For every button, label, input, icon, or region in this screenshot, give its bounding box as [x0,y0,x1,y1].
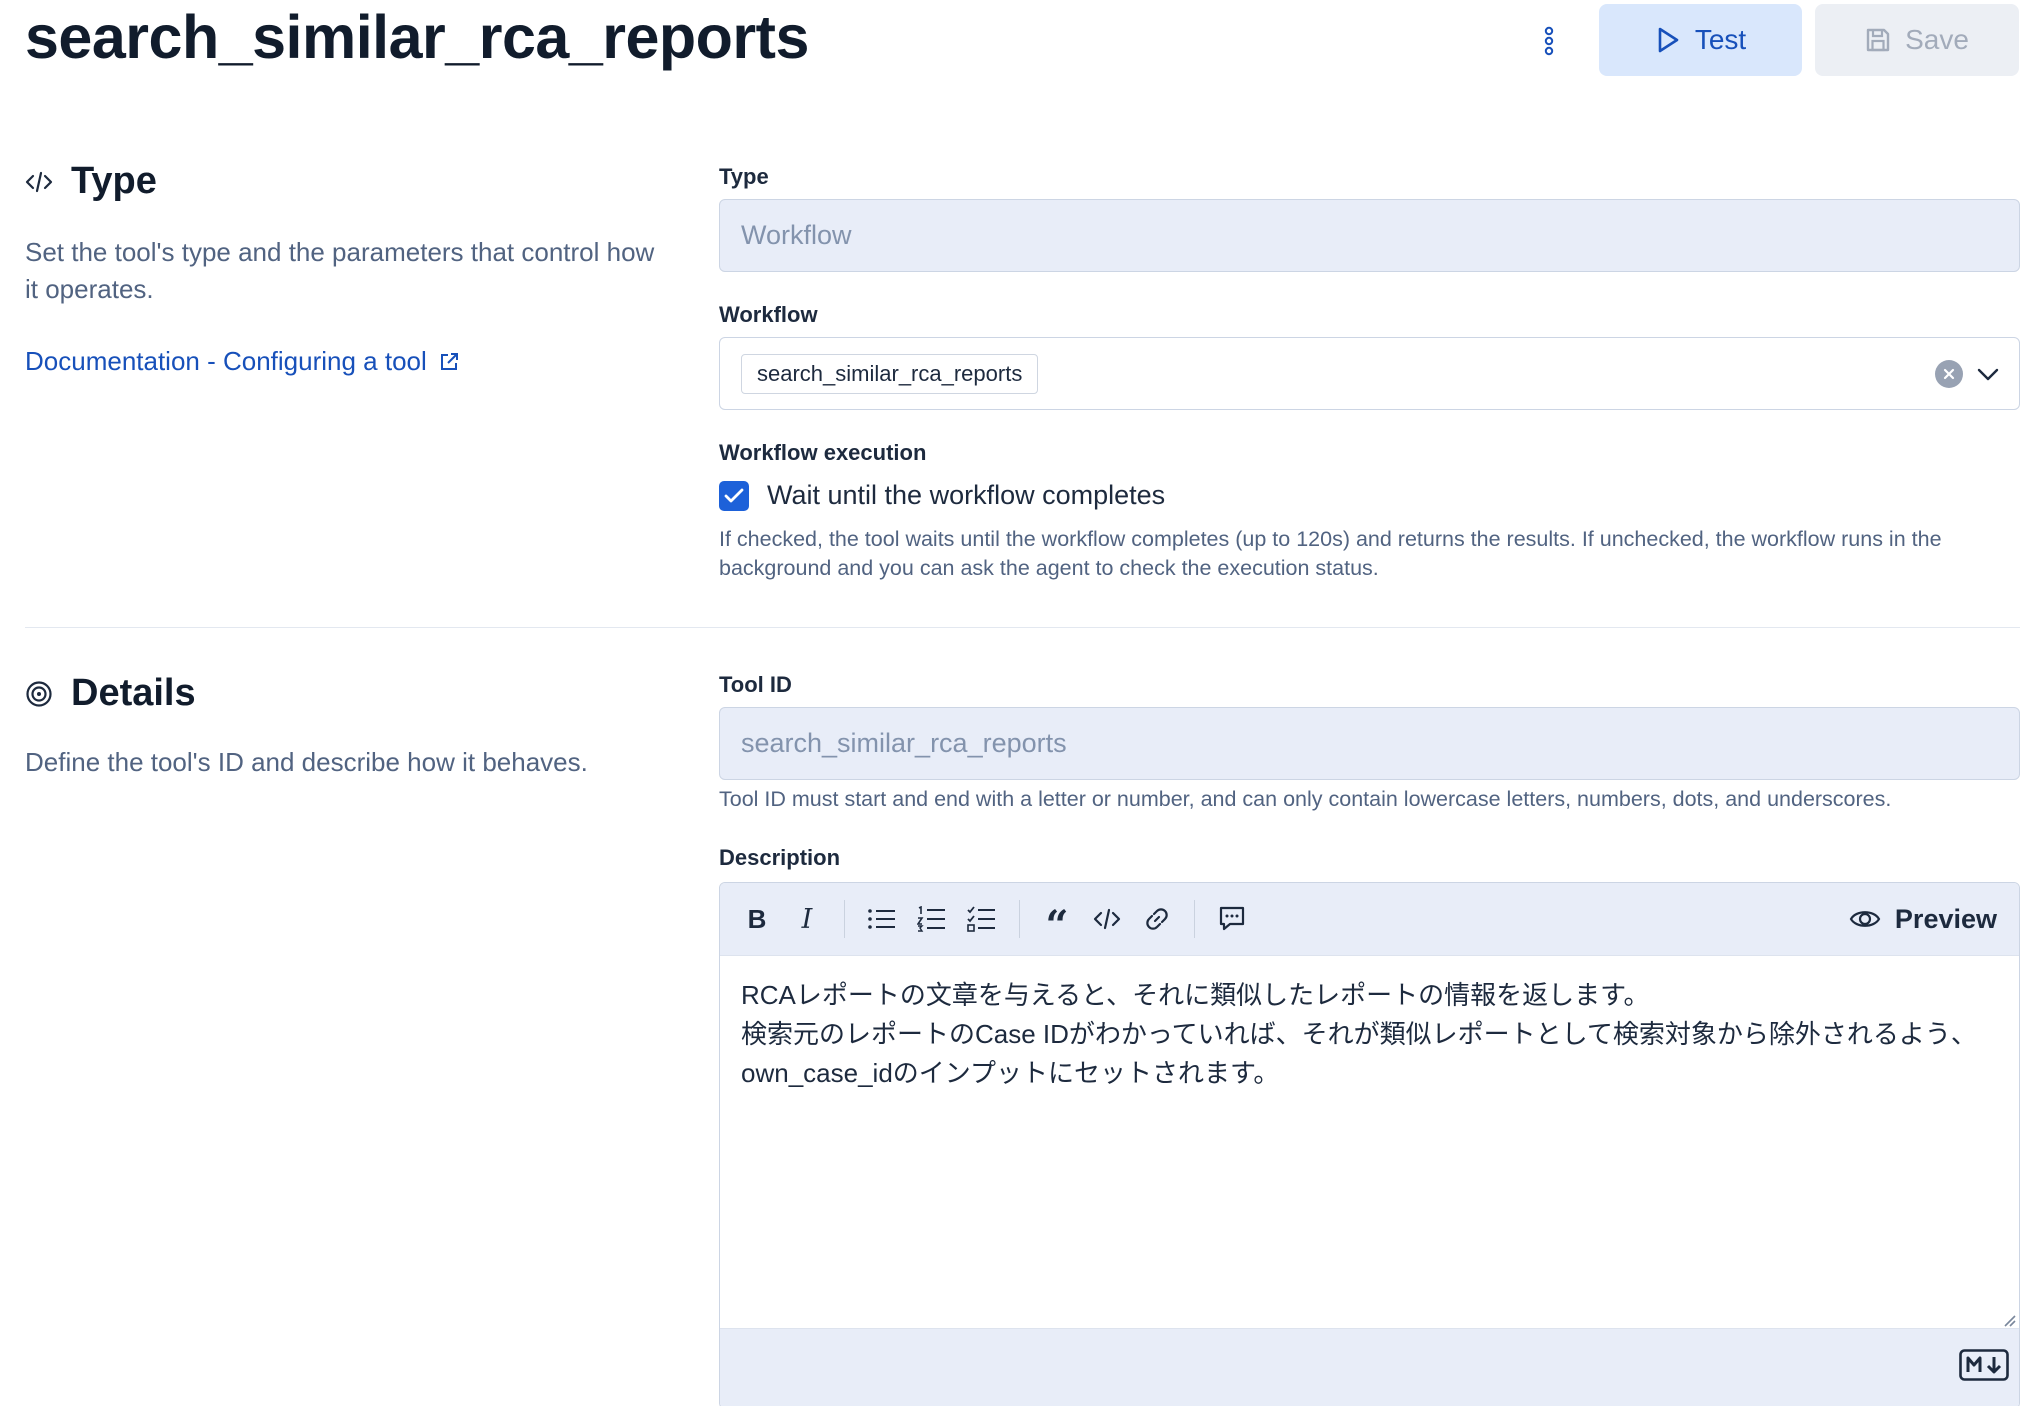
description-textarea[interactable]: RCAレポートの文章を与えると、それに類似したレポートの情報を返します。 検索元… [720,956,2019,1330]
type-field-label: Type [719,164,769,189]
save-button-label: Save [1905,24,1969,55]
checkmark-icon [724,488,744,502]
code-icon [25,171,53,192]
toolbar-separator [844,900,845,938]
workflow-field-label: Workflow [719,302,818,327]
tool-id-field: search_similar_rca_reports [719,707,2020,780]
save-button[interactable]: Save [1815,4,2019,76]
tool-id-help: Tool ID must start and end with a letter… [719,787,1892,811]
comment-button[interactable] [1207,894,1257,944]
workflow-selected-chip[interactable]: search_similar_rca_reports [741,353,1039,394]
type-field: Workflow [719,199,2020,272]
link-button[interactable] [1132,894,1182,944]
workflow-combobox[interactable]: search_similar_rca_reports [719,337,2020,410]
tool-id-label: Tool ID [719,672,792,697]
play-icon [1658,27,1679,53]
preview-button[interactable]: Preview [1849,904,1997,935]
documentation-link[interactable]: Documentation - Configuring a tool [25,346,459,377]
numbered-list-button[interactable] [907,894,957,944]
description-line: own_case_idのインプットにセットされます。 [741,1058,1280,1088]
clear-selection-icon[interactable] [1935,360,1963,388]
bold-icon: B [747,903,767,934]
test-button[interactable]: Test [1599,4,1802,76]
more-actions-button[interactable] [1528,20,1570,62]
task-list-icon [967,906,995,932]
workflow-execution-help: If checked, the tool waits until the wor… [719,527,1942,580]
code-button[interactable] [1082,894,1132,944]
details-heading-text: Details [71,672,196,714]
numbered-list-icon [917,906,945,932]
toolbar-separator [1194,900,1195,938]
section-divider [25,627,2020,628]
type-field-value: Workflow [741,220,852,250]
page-title: search_similar_rca_reports [25,3,809,71]
wait-until-complete-label: Wait until the workflow completes [767,480,1166,510]
tool-id-value: search_similar_rca_reports [741,728,1067,758]
save-icon [1866,28,1890,52]
task-list-button[interactable] [957,894,1007,944]
type-heading-text: Type [71,160,157,202]
target-icon [26,680,52,707]
editor-footer [720,1328,2019,1406]
markdown-icon [1959,1349,2009,1381]
details-section-description: Define the tool's ID and describe how it… [25,747,588,777]
description-label: Description [719,845,841,870]
resize-handle-icon[interactable] [1999,1310,2017,1328]
quote-icon: “ [1045,902,1069,949]
external-link-icon [440,352,458,370]
editor-toolbar: B I “ Preview [720,883,2019,956]
description-line: RCAレポートの文章を与えると、それに類似したレポートの情報を返します。 [741,980,1650,1010]
details-section-heading: Details [25,672,196,715]
type-section-heading: Type [25,160,157,203]
workflow-execution-label: Workflow execution [719,440,927,465]
preview-button-label: Preview [1894,903,1997,934]
description-line: 検索元のレポートのCase IDがわかっていれば、それが類似レポートとして検索対… [741,1019,1977,1049]
documentation-link-text: Documentation - Configuring a tool [25,346,427,376]
test-button-label: Test [1694,24,1747,55]
code-icon [1093,908,1121,930]
description-editor[interactable]: B I “ Preview RCAレポートの文章を与えると、それに類似したレポー… [719,882,2020,1406]
wait-until-complete-option[interactable]: Wait until the workflow completes [719,480,1165,511]
wait-until-complete-checkbox[interactable] [719,480,749,511]
type-section-description: Set the tool's type and the parameters t… [25,237,655,304]
eye-icon [1849,911,1881,927]
italic-button[interactable]: I [782,894,832,944]
quote-button[interactable]: “ [1032,894,1082,949]
more-vertical-icon [1544,26,1554,56]
chevron-down-icon[interactable] [1975,360,2001,395]
toolbar-separator [1019,900,1020,938]
link-icon [1146,908,1168,930]
italic-icon: I [801,903,813,935]
bulleted-list-icon [868,909,895,929]
comment-icon [1219,906,1245,931]
bold-button[interactable]: B [732,894,782,944]
bulleted-list-button[interactable] [857,894,907,944]
